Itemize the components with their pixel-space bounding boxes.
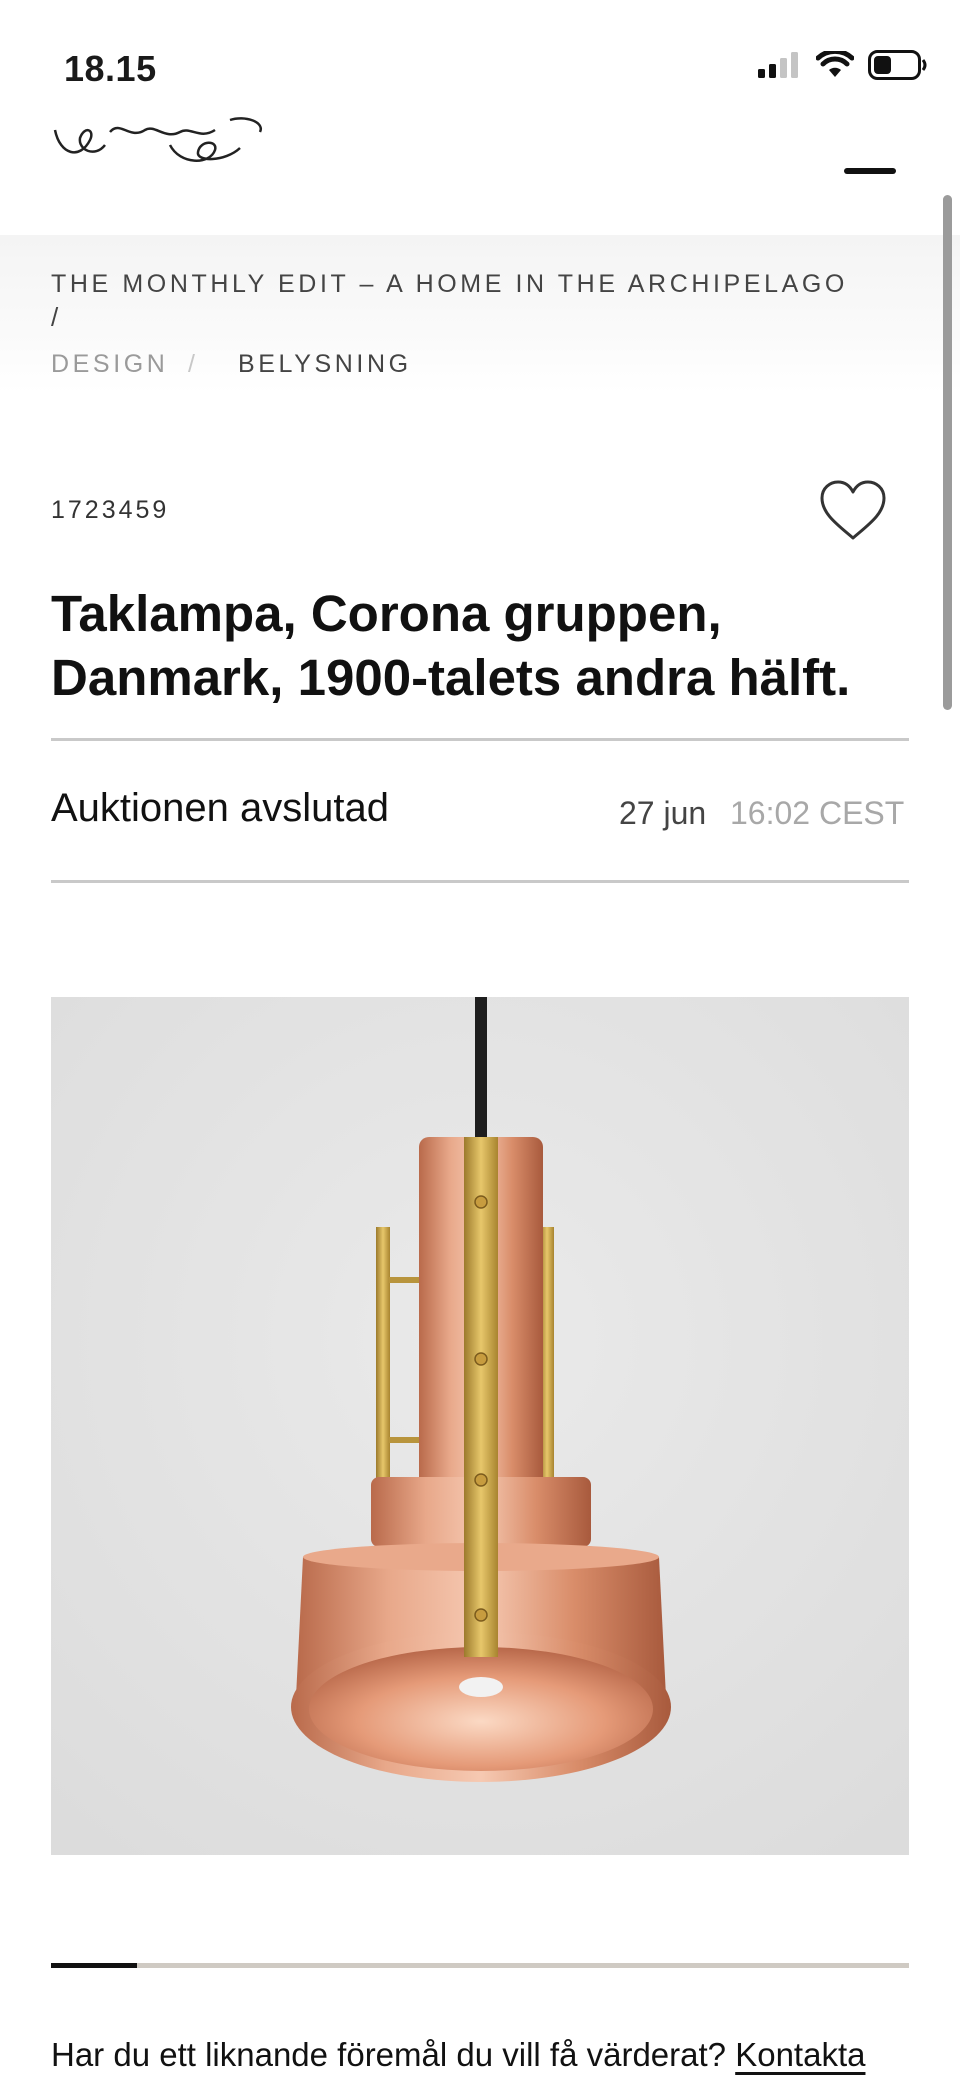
gallery-progress: [51, 1963, 909, 1968]
menu-button[interactable]: [840, 140, 900, 180]
script-logo[interactable]: [50, 110, 280, 170]
auction-status: Auktionen avslutad: [51, 786, 390, 830]
valuation-question: Har du ett liknande föremål du vill få v…: [51, 2036, 727, 2073]
auction-end-date: 27 jun: [619, 795, 707, 831]
status-time: 18.15: [64, 48, 157, 89]
copper-pendant-lamp-photo: [51, 997, 909, 1855]
valuation-prompt: Har du ett liknande föremål du vill få v…: [51, 2036, 865, 2074]
breadcrumb-link-belysning[interactable]: BELYSNING: [238, 350, 412, 379]
menu-icon: [844, 168, 896, 174]
lot-number: 1723459: [51, 496, 170, 524]
heart-icon: [820, 480, 886, 540]
wifi-icon: [816, 51, 854, 77]
site-header: [0, 110, 960, 235]
item-title: Taklampa, Corona gruppen, Danmark, 1900-…: [51, 585, 851, 706]
signal-icon: [758, 52, 798, 78]
favorite-button[interactable]: [818, 478, 888, 544]
breadcrumb-separator: /: [188, 350, 195, 378]
auction-end-time: 16:02 CEST: [730, 795, 905, 831]
scrollbar[interactable]: [943, 195, 952, 710]
contact-link[interactable]: Kontakta: [735, 2036, 865, 2073]
battery-icon: [868, 50, 927, 80]
divider: [51, 880, 909, 883]
breadcrumb-separator: /: [51, 302, 59, 332]
status-icons: [758, 50, 928, 80]
breadcrumb-link-edit[interactable]: THE MONTHLY EDIT – A HOME IN THE ARCHIPE…: [51, 270, 848, 299]
product-image[interactable]: [51, 997, 909, 1855]
breadcrumb-link-design[interactable]: DESIGN: [51, 350, 168, 379]
divider: [51, 738, 909, 741]
gallery-progress-fill: [51, 1963, 137, 1968]
